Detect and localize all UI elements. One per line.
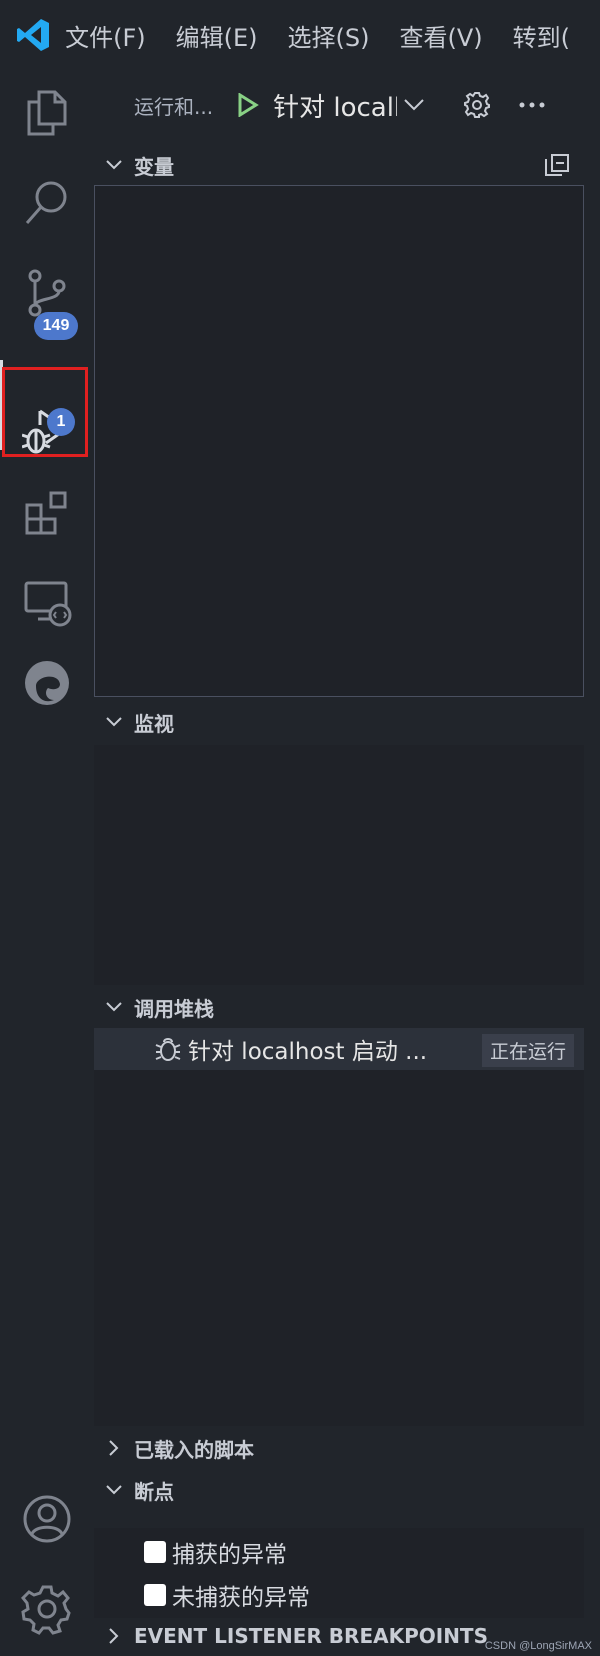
run-debug-title: 运行和... [134, 94, 214, 119]
breakpoints-title: 断点 [134, 1479, 174, 1504]
remote-explorer-icon[interactable] [0, 560, 94, 646]
edge-devtools-icon[interactable] [0, 640, 94, 726]
variables-section-header[interactable]: 变量 [94, 145, 584, 185]
chevron-down-icon [94, 1001, 134, 1013]
extensions-icon[interactable] [0, 470, 94, 556]
uncaught-exceptions-row[interactable]: 未捕获的异常 [144, 1578, 310, 1612]
caught-exceptions-label: 捕获的异常 [172, 1542, 287, 1568]
launch-config-select[interactable]: 针对 localh [273, 87, 397, 124]
call-stack-title: 调用堆栈 [134, 996, 214, 1021]
more-actions-icon[interactable] [519, 102, 545, 108]
uncaught-exceptions-label: 未捕获的异常 [172, 1585, 310, 1611]
chevron-right-icon [94, 1439, 134, 1457]
title-bar: 文件(F) 编辑(E) 选择(S) 查看(V) 转到( [0, 0, 600, 70]
loaded-scripts-title: 已载入的脚本 [134, 1437, 254, 1462]
watermark: CSDN @LongSirMAX [484, 1640, 592, 1652]
call-stack-section-header[interactable]: 调用堆栈 [94, 987, 584, 1027]
call-stack-session-label: 针对 localhost 启动 ... [188, 1039, 428, 1065]
gear-icon[interactable] [463, 91, 491, 119]
menu-edit[interactable]: 编辑(E) [176, 18, 258, 53]
variables-title: 变量 [134, 154, 174, 179]
watch-title: 监视 [134, 711, 174, 736]
menu-select[interactable]: 选择(S) [288, 18, 370, 53]
caught-exceptions-checkbox[interactable] [144, 1541, 166, 1563]
sidebar-header: 运行和... 针对 localh [94, 70, 584, 140]
chevron-down-icon [94, 716, 134, 728]
uncaught-exceptions-checkbox[interactable] [144, 1584, 166, 1606]
manage-gear-icon[interactable] [0, 1566, 94, 1652]
menu-goto[interactable]: 转到( [513, 18, 570, 53]
highlight-box [2, 367, 88, 457]
activity-bar: 149 1 [0, 70, 94, 1656]
start-debugging-icon[interactable] [237, 93, 259, 117]
breakpoints-section-header[interactable]: 断点 [94, 1470, 584, 1510]
variables-panel [94, 185, 584, 697]
chevron-right-icon [94, 1627, 134, 1645]
vscode-window: 文件(F) 编辑(E) 选择(S) 查看(V) 转到(149 1 运行和...… [0, 0, 600, 1656]
search-icon[interactable] [0, 160, 94, 246]
watch-section-header[interactable]: 监视 [94, 702, 584, 742]
bug-icon [154, 1035, 182, 1063]
call-stack-session-row[interactable]: 针对 localhost 启动 ... 正在运行 [94, 1028, 584, 1070]
call-stack-panel [94, 1028, 584, 1426]
loaded-scripts-section-header[interactable]: 已载入的脚本 [94, 1428, 584, 1468]
caught-exceptions-row[interactable]: 捕获的异常 [144, 1535, 287, 1569]
session-status-badge: 正在运行 [481, 1034, 574, 1067]
chevron-down-icon[interactable] [403, 98, 425, 112]
menu-file[interactable]: 文件(F) [65, 18, 146, 53]
menu-view[interactable]: 查看(V) [399, 18, 482, 53]
explorer-icon[interactable] [0, 70, 94, 156]
chevron-down-icon [94, 159, 134, 171]
chevron-down-icon [94, 1484, 134, 1496]
debug-sidebar: 运行和... 针对 localh 变量 监视 调用堆栈 针对 localhost… [94, 70, 584, 1656]
vscode-logo-icon [0, 0, 65, 70]
watch-panel [94, 745, 584, 985]
collapse-all-icon[interactable] [544, 153, 570, 177]
source-control-badge: 149 [34, 312, 78, 340]
editor-edge [584, 70, 600, 1656]
accounts-icon[interactable] [0, 1476, 94, 1562]
event-listener-title: EVENT LISTENER BREAKPOINTS [134, 1624, 488, 1648]
